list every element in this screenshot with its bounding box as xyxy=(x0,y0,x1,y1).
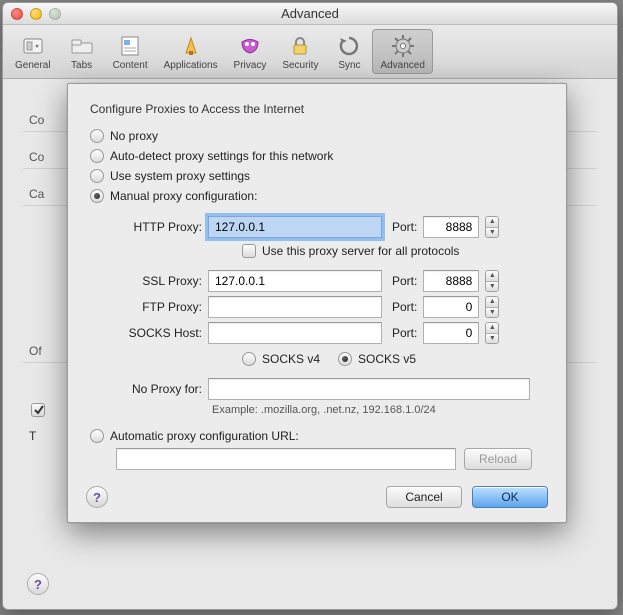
radio-label: Use system proxy settings xyxy=(110,169,250,183)
radio-label: SOCKS v4 xyxy=(262,352,320,366)
reload-button[interactable]: Reload xyxy=(464,448,532,470)
bg-checkbox[interactable] xyxy=(31,403,45,417)
toolbar-content[interactable]: Content xyxy=(105,29,156,74)
toolbar-label: General xyxy=(15,60,51,71)
radio-auto-detect[interactable]: Auto-detect proxy settings for this netw… xyxy=(86,146,548,166)
radio-icon xyxy=(242,352,256,366)
toolbar-privacy[interactable]: Privacy xyxy=(226,29,275,74)
ftp-proxy-host-input[interactable] xyxy=(208,296,382,318)
ok-button[interactable]: OK xyxy=(472,486,548,508)
port-label: Port: xyxy=(392,220,417,234)
ftp-proxy-port-input[interactable] xyxy=(423,296,479,318)
window-title: Advanced xyxy=(3,6,617,21)
ssl-proxy-host-input[interactable] xyxy=(208,270,382,292)
ssl-proxy-label: SSL Proxy: xyxy=(116,274,202,288)
toolbar-label: Privacy xyxy=(234,60,267,71)
port-label: Port: xyxy=(392,326,417,340)
radio-auto-config-url[interactable]: Automatic proxy configuration URL: xyxy=(86,426,548,446)
switch-icon xyxy=(19,32,47,60)
toolbar-advanced[interactable]: Advanced xyxy=(372,29,432,74)
radio-label: Auto-detect proxy settings for this netw… xyxy=(110,149,333,163)
use-for-all-label: Use this proxy server for all protocols xyxy=(262,244,459,258)
toolbar-label: Sync xyxy=(338,60,360,71)
toolbar-sync[interactable]: Sync xyxy=(326,29,372,74)
auto-config-url-input[interactable] xyxy=(116,448,456,470)
lock-icon xyxy=(286,32,314,60)
toolbar-label: Security xyxy=(282,60,318,71)
socks-host-input[interactable] xyxy=(208,322,382,344)
toolbar-label: Tabs xyxy=(71,60,92,71)
ftp-proxy-label: FTP Proxy: xyxy=(116,300,202,314)
radio-label: SOCKS v5 xyxy=(358,352,416,366)
content-icon xyxy=(116,32,144,60)
port-label: Port: xyxy=(392,300,417,314)
http-proxy-host-input[interactable] xyxy=(208,216,382,238)
radio-system-proxy[interactable]: Use system proxy settings xyxy=(86,166,548,186)
ftp-port-stepper[interactable]: ▲▼ xyxy=(485,296,499,318)
socks-host-label: SOCKS Host: xyxy=(116,326,202,340)
radio-socks-v5[interactable]: SOCKS v5 xyxy=(338,352,416,366)
sheet-help-button[interactable]: ? xyxy=(86,486,108,508)
no-proxy-example: Example: .mozilla.org, .net.nz, 192.168.… xyxy=(86,400,548,426)
port-label: Port: xyxy=(392,274,417,288)
use-for-all-checkbox[interactable] xyxy=(242,244,256,258)
ssl-port-stepper[interactable]: ▲▼ xyxy=(485,270,499,292)
mask-icon xyxy=(236,32,264,60)
preferences-window: Advanced General Tabs Content Applicatio… xyxy=(2,2,618,610)
sheet-heading: Configure Proxies to Access the Internet xyxy=(86,102,548,116)
http-port-stepper[interactable]: ▲▼ xyxy=(485,216,499,238)
toolbar-label: Applications xyxy=(164,60,218,71)
toolbar-tabs[interactable]: Tabs xyxy=(59,29,105,74)
no-proxy-for-label: No Proxy for: xyxy=(94,382,202,396)
tabs-icon xyxy=(68,32,96,60)
http-proxy-port-input[interactable] xyxy=(423,216,479,238)
radio-icon xyxy=(338,352,352,366)
radio-icon xyxy=(90,169,104,183)
radio-no-proxy[interactable]: No proxy xyxy=(86,126,548,146)
proxy-config-sheet: Configure Proxies to Access the Internet… xyxy=(67,83,567,523)
gear-icon xyxy=(389,32,417,60)
radio-socks-v4[interactable]: SOCKS v4 xyxy=(242,352,320,366)
toolbar-security[interactable]: Security xyxy=(274,29,326,74)
http-proxy-label: HTTP Proxy: xyxy=(116,220,202,234)
cancel-button[interactable]: Cancel xyxy=(386,486,462,508)
radio-label: No proxy xyxy=(110,129,158,143)
radio-icon xyxy=(90,129,104,143)
radio-manual-proxy[interactable]: Manual proxy configuration: xyxy=(86,186,548,206)
no-proxy-for-input[interactable] xyxy=(208,378,530,400)
radio-icon xyxy=(90,189,104,203)
manual-proxy-grid: HTTP Proxy: Port: ▲▼ Use this proxy serv… xyxy=(86,206,548,372)
radio-icon xyxy=(90,429,104,443)
radio-icon xyxy=(90,149,104,163)
applications-icon xyxy=(177,32,205,60)
titlebar: Advanced xyxy=(3,3,617,25)
help-button[interactable]: ? xyxy=(27,573,49,595)
toolbar-label: Advanced xyxy=(380,60,424,71)
radio-label: Manual proxy configuration: xyxy=(110,189,257,203)
socks-port-stepper[interactable]: ▲▼ xyxy=(485,322,499,344)
socks-port-input[interactable] xyxy=(423,322,479,344)
preferences-toolbar: General Tabs Content Applications Privac… xyxy=(3,25,617,79)
toolbar-label: Content xyxy=(113,60,148,71)
radio-label: Automatic proxy configuration URL: xyxy=(110,429,299,443)
ssl-proxy-port-input[interactable] xyxy=(423,270,479,292)
sync-icon xyxy=(335,32,363,60)
toolbar-applications[interactable]: Applications xyxy=(156,29,226,74)
toolbar-general[interactable]: General xyxy=(7,29,59,74)
